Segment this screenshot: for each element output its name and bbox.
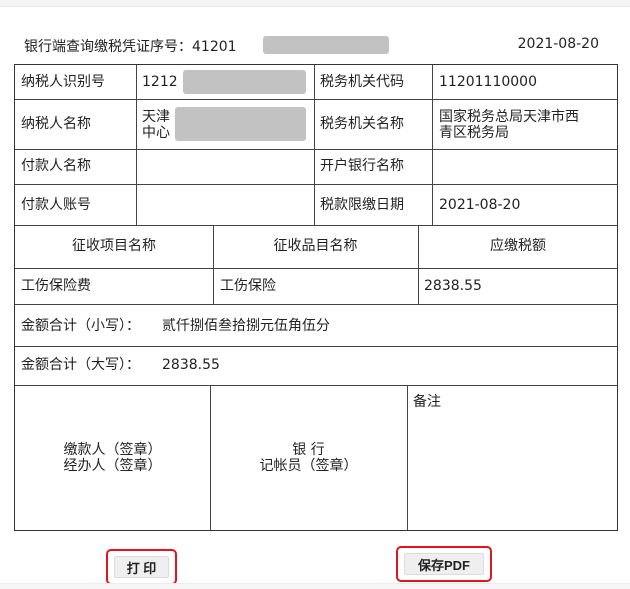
tax-office-name-label: 税务机关名称 — [320, 116, 404, 132]
tax-office-code-label: 税务机关代码 — [320, 74, 404, 90]
items-header-category: 征收品目名称 — [273, 238, 358, 254]
bank-name-label: 开户银行名称 — [320, 158, 404, 174]
bank-clerk-seal-label: 记帐员（签章） — [259, 458, 358, 474]
taxpayer-name-value-line2: 中心 — [142, 125, 170, 141]
column-divider — [432, 65, 433, 225]
voucher-header: 银行端查询缴税凭证序号：41201 2021-08-20 — [0, 36, 630, 56]
row-divider — [15, 385, 618, 386]
save-pdf-button-highlight: 保存PDF — [396, 546, 492, 582]
column-divider — [314, 65, 315, 225]
save-pdf-button[interactable]: 保存PDF — [404, 553, 484, 575]
payer-account-label: 付款人账号 — [21, 197, 91, 213]
payer-name-label: 付款人名称 — [21, 158, 91, 174]
total-small-label: 金额合计（小写）： — [21, 318, 140, 334]
row-divider — [15, 99, 618, 100]
row-divider — [15, 304, 618, 305]
item-project-name: 工伤保险费 — [21, 278, 91, 294]
handler-seal-label: 经办人（签章） — [63, 458, 162, 474]
voucher-date: 2021-08-20 — [517, 36, 599, 52]
redacted-taxpayer-name — [175, 107, 306, 141]
column-divider — [136, 65, 137, 225]
remarks-label: 备注 — [413, 394, 441, 410]
serial-number-label: 银行端查询缴税凭证序号：41201 — [24, 39, 237, 55]
row-divider — [15, 184, 618, 185]
item-category-name: 工伤保险 — [220, 278, 276, 294]
total-big-value: 2838.55 — [162, 357, 220, 373]
tax-office-name-value-line1: 国家税务总局天津市西 — [439, 109, 579, 125]
taxpayer-name-value-line1: 天津 — [142, 109, 170, 125]
bottom-strip — [0, 583, 630, 589]
taxpayer-id-value: 1212 — [142, 74, 178, 90]
tax-office-code-value: 11201110000 — [439, 74, 537, 90]
row-divider — [15, 149, 618, 150]
taxpayer-id-label: 纳税人识别号 — [21, 74, 105, 90]
top-strip — [0, 0, 630, 7]
redacted-serial-number — [263, 36, 389, 54]
payer-seal-label: 缴款人（签章） — [63, 442, 162, 458]
total-big-label: 金额合计（大写）： — [21, 357, 140, 373]
row-divider — [15, 268, 618, 269]
row-divider — [15, 346, 618, 347]
items-header-amount: 应缴税额 — [490, 238, 546, 254]
payment-deadline-value: 2021-08-20 — [439, 197, 521, 213]
row-divider — [15, 225, 618, 226]
print-button-highlight: 打 印 — [106, 549, 177, 585]
item-tax-amount: 2838.55 — [424, 278, 482, 294]
column-divider — [407, 385, 408, 531]
total-small-value: 贰仟捌佰叁拾捌元伍角伍分 — [162, 318, 330, 334]
taxpayer-name-label: 纳税人名称 — [21, 116, 91, 132]
bank-label: 银 行 — [292, 442, 325, 458]
redacted-taxpayer-id — [183, 70, 306, 94]
print-button[interactable]: 打 印 — [114, 556, 169, 578]
column-divider — [213, 225, 214, 304]
tax-voucher-form: 纳税人识别号 1212 税务机关代码 11201110000 纳税人名称 天津 … — [14, 64, 618, 531]
items-header-project: 征收项目名称 — [72, 238, 156, 254]
tax-office-name-value-line2: 青区税务局 — [439, 125, 509, 141]
payment-deadline-label: 税款限缴日期 — [320, 197, 404, 213]
column-divider — [418, 225, 419, 304]
